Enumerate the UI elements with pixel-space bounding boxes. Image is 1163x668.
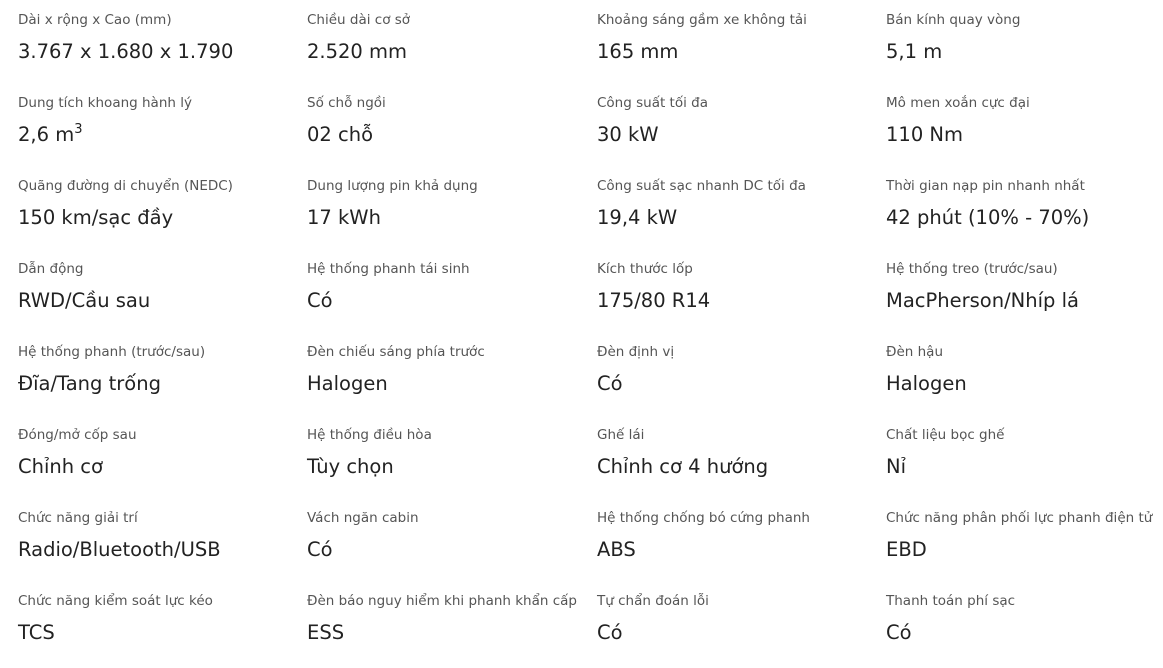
spec-label: Hệ thống phanh tái sinh (307, 261, 470, 277)
spec-label: Tự chẩn đoán lỗi (597, 593, 709, 609)
spec-item-headlights: Đèn chiếu sáng phía trước Halogen (307, 344, 587, 396)
spec-value: 2.520 mm (307, 40, 408, 63)
spec-value: Có (307, 289, 333, 312)
spec-item-entertainment: Chức năng giải trí Radio/Bluetooth/USB (18, 510, 298, 562)
spec-label: Thời gian nạp pin nhanh nhất (886, 178, 1085, 194)
spec-value: Chỉnh cơ 4 hướng (597, 455, 769, 478)
spec-item-drivetrain: Dẫn động RWD/Cầu sau (18, 261, 298, 313)
spec-value: RWD/Cầu sau (18, 289, 151, 312)
spec-value: Có (597, 621, 623, 644)
spec-value-text: 2,6 m (18, 123, 75, 146)
spec-label: Kích thước lốp (597, 261, 693, 277)
spec-item-brakes: Hệ thống phanh (trước/sau) Đĩa/Tang trốn… (18, 344, 298, 396)
spec-value: 5,1 m (886, 40, 943, 63)
spec-value: 110 Nm (886, 123, 964, 146)
spec-value: Nỉ (886, 455, 907, 478)
spec-value: 3.767 x 1.680 x 1.790 (18, 40, 234, 63)
spec-label: Hệ thống phanh (trước/sau) (18, 344, 206, 360)
spec-label: Thanh toán phí sạc (886, 593, 1016, 609)
spec-item-dc-charging-power: Công suất sạc nhanh DC tối đa 19,4 kW (597, 178, 877, 230)
spec-value: 175/80 R14 (597, 289, 711, 312)
spec-value: Có (886, 621, 912, 644)
spec-item-regenerative-braking: Hệ thống phanh tái sinh Có (307, 261, 587, 313)
spec-value: MacPherson/Nhíp lá (886, 289, 1079, 312)
spec-label: Đèn báo nguy hiểm khi phanh khẩn cấp (307, 593, 577, 609)
spec-label: Dẫn động (18, 261, 84, 277)
spec-value: Có (597, 372, 623, 395)
spec-value: 165 mm (597, 40, 679, 63)
spec-item-max-torque: Mô men xoắn cực đại 110 Nm (886, 95, 1163, 147)
spec-item-air-conditioning: Hệ thống điều hòa Tùy chọn (307, 427, 587, 479)
spec-item-driver-seat: Ghế lái Chỉnh cơ 4 hướng (597, 427, 877, 479)
spec-value: EBD (886, 538, 927, 561)
spec-item-ebd: Chức năng phân phối lực phanh điện tử EB… (886, 510, 1163, 562)
spec-label: Công suất tối đa (597, 95, 708, 111)
spec-value: 19,4 kW (597, 206, 678, 229)
spec-item-tailgate: Đóng/mở cốp sau Chỉnh cơ (18, 427, 298, 479)
specs-grid: Dài x rộng x Cao (mm) 3.767 x 1.680 x 1.… (0, 0, 1163, 668)
spec-value: Có (307, 538, 333, 561)
spec-label: Chức năng kiểm soát lực kéo (18, 593, 213, 609)
spec-value: 2,6 m3 (18, 123, 298, 147)
spec-item-charging-time: Thời gian nạp pin nhanh nhất 42 phút (10… (886, 178, 1163, 230)
spec-value: Halogen (307, 372, 388, 395)
spec-item-wheelbase: Chiều dài cơ sở 2.520 mm (307, 12, 587, 64)
spec-label: Bán kính quay vòng (886, 12, 1021, 28)
spec-item-abs: Hệ thống chống bó cứng phanh ABS (597, 510, 877, 562)
spec-label: Chiều dài cơ sở (307, 12, 411, 28)
spec-value: Đĩa/Tang trống (18, 372, 161, 395)
spec-item-charging-payment: Thanh toán phí sạc Có (886, 593, 1163, 645)
spec-label: Chất liệu bọc ghế (886, 427, 1005, 443)
spec-value: 42 phút (10% - 70%) (886, 206, 1090, 229)
spec-item-position-lights: Đèn định vị Có (597, 344, 877, 396)
spec-value: Halogen (886, 372, 967, 395)
spec-item-self-diagnosis: Tự chẩn đoán lỗi Có (597, 593, 877, 645)
spec-label: Chức năng phân phối lực phanh điện tử (886, 510, 1153, 526)
spec-item-dimensions: Dài x rộng x Cao (mm) 3.767 x 1.680 x 1.… (18, 12, 298, 64)
spec-label: Số chỗ ngồi (307, 95, 386, 111)
spec-value-superscript: 3 (74, 122, 83, 137)
spec-value: TCS (18, 621, 55, 644)
spec-item-tail-lights: Đèn hậu Halogen (886, 344, 1163, 396)
spec-label: Đèn chiếu sáng phía trước (307, 344, 485, 360)
spec-value: Radio/Bluetooth/USB (18, 538, 221, 561)
spec-item-tire-size: Kích thước lốp 175/80 R14 (597, 261, 877, 313)
spec-value: 02 chỗ (307, 123, 374, 146)
spec-item-cabin-partition: Vách ngăn cabin Có (307, 510, 587, 562)
spec-item-max-power: Công suất tối đa 30 kW (597, 95, 877, 147)
spec-label: Hệ thống điều hòa (307, 427, 432, 443)
spec-label: Quãng đường di chuyển (NEDC) (18, 178, 233, 194)
spec-value: 150 km/sạc đầy (18, 206, 174, 229)
spec-label: Dung lượng pin khả dụng (307, 178, 478, 194)
spec-item-turning-radius: Bán kính quay vòng 5,1 m (886, 12, 1163, 64)
spec-item-seats: Số chỗ ngồi 02 chỗ (307, 95, 587, 147)
spec-label: Đóng/mở cốp sau (18, 427, 137, 443)
spec-label: Vách ngăn cabin (307, 510, 419, 526)
spec-value: ABS (597, 538, 636, 561)
spec-item-range: Quãng đường di chuyển (NEDC) 150 km/sạc … (18, 178, 298, 230)
spec-label: Chức năng giải trí (18, 510, 138, 526)
spec-label: Ghế lái (597, 427, 645, 443)
spec-item-seat-material: Chất liệu bọc ghế Nỉ (886, 427, 1163, 479)
spec-label: Dài x rộng x Cao (mm) (18, 12, 172, 28)
spec-label: Khoảng sáng gầm xe không tải (597, 12, 807, 28)
spec-value: 17 kWh (307, 206, 381, 229)
spec-item-ground-clearance: Khoảng sáng gầm xe không tải 165 mm (597, 12, 877, 64)
spec-label: Đèn định vị (597, 344, 675, 360)
spec-label: Mô men xoắn cực đại (886, 95, 1030, 111)
spec-value: Tùy chọn (307, 455, 394, 478)
spec-value: 30 kW (597, 123, 659, 146)
spec-item-emergency-stop-signal: Đèn báo nguy hiểm khi phanh khẩn cấp ESS (307, 593, 587, 645)
spec-value: ESS (307, 621, 345, 644)
spec-item-battery-capacity: Dung lượng pin khả dụng 17 kWh (307, 178, 587, 230)
spec-label: Hệ thống chống bó cứng phanh (597, 510, 810, 526)
spec-value: Chỉnh cơ (18, 455, 103, 478)
spec-label: Hệ thống treo (trước/sau) (886, 261, 1058, 277)
spec-item-cargo-volume: Dung tích khoang hành lý 2,6 m3 (18, 95, 298, 147)
spec-item-suspension: Hệ thống treo (trước/sau) MacPherson/Nhí… (886, 261, 1163, 313)
spec-item-traction-control: Chức năng kiểm soát lực kéo TCS (18, 593, 298, 645)
spec-label: Dung tích khoang hành lý (18, 95, 192, 111)
spec-label: Đèn hậu (886, 344, 943, 360)
spec-label: Công suất sạc nhanh DC tối đa (597, 178, 806, 194)
